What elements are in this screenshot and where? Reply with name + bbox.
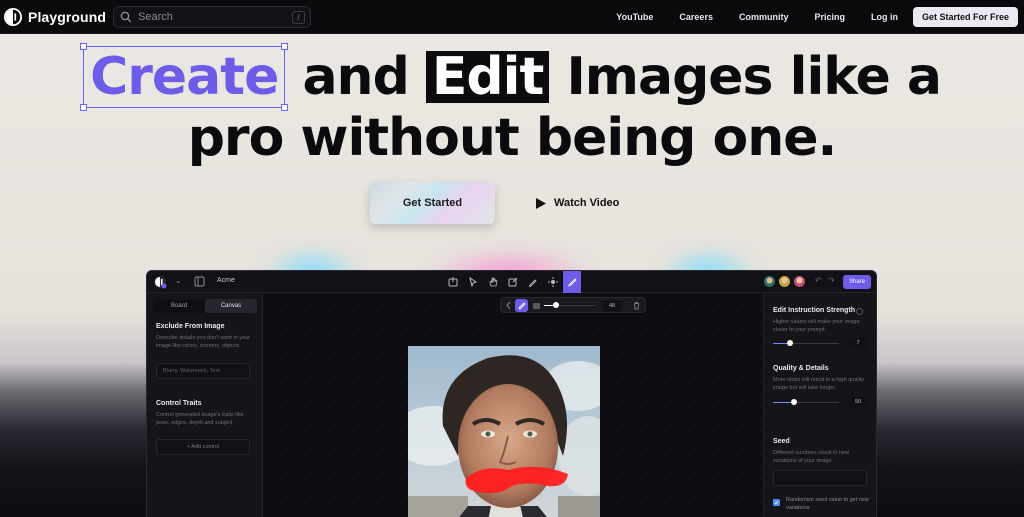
playground-logo-icon bbox=[4, 7, 22, 26]
nav-links: YouTube Careers Community Pricing Log in… bbox=[603, 0, 1024, 34]
tool-import[interactable] bbox=[443, 271, 463, 293]
headline-and: and bbox=[285, 47, 426, 107]
quality-slider-handle[interactable] bbox=[791, 399, 797, 405]
trash-icon[interactable] bbox=[632, 301, 641, 310]
tool-select[interactable] bbox=[463, 271, 483, 293]
selection-handle bbox=[80, 43, 88, 50]
nav-link-careers[interactable]: Careers bbox=[679, 12, 713, 22]
headline-word-create: Create bbox=[80, 43, 289, 111]
brush-size-handle[interactable] bbox=[553, 302, 559, 308]
chevron-down-icon[interactable]: ⌄ bbox=[175, 276, 182, 285]
redo-icon[interactable]: ↷ bbox=[828, 276, 835, 285]
quality-slider-fill bbox=[773, 402, 793, 403]
brush-icon bbox=[518, 302, 526, 310]
portrait-illustration bbox=[408, 355, 600, 517]
tab-board[interactable]: Board bbox=[153, 299, 205, 313]
exclude-description: Describe details you don't want in your … bbox=[156, 335, 250, 349]
get-started-button[interactable]: Get Started bbox=[370, 182, 495, 224]
selection-handle bbox=[281, 43, 289, 50]
quality-value[interactable]: 50 bbox=[849, 397, 867, 407]
strength-title: Edit Instruction Strength bbox=[773, 307, 856, 314]
watch-video-button[interactable]: Watch Video bbox=[536, 194, 619, 212]
brand-logo[interactable]: Playground bbox=[4, 7, 107, 26]
import-icon bbox=[448, 277, 458, 287]
control-traits-description: Control generated image's traits like po… bbox=[156, 412, 244, 426]
pen-icon bbox=[528, 279, 537, 287]
seed-title: Seed bbox=[773, 438, 790, 445]
nav-link-login[interactable]: Log in bbox=[871, 12, 898, 22]
strength-slider-handle[interactable] bbox=[787, 340, 793, 346]
nav-link-community[interactable]: Community bbox=[739, 12, 789, 22]
hero-headline: Create and Edit Images like a pro withou… bbox=[0, 43, 1024, 168]
brush-icon bbox=[568, 278, 577, 287]
hand-icon bbox=[489, 277, 498, 287]
randomize-seed-label: Randomize seed value to get new variatio… bbox=[786, 497, 869, 511]
brush-size-value[interactable]: 48 bbox=[603, 300, 621, 311]
tool-pen[interactable] bbox=[523, 271, 543, 293]
canvas-image[interactable] bbox=[408, 346, 600, 517]
seed-input[interactable] bbox=[773, 470, 867, 486]
exclude-input[interactable] bbox=[156, 363, 250, 379]
search-icon bbox=[120, 11, 132, 23]
search-box[interactable]: / bbox=[113, 6, 311, 28]
strength-value[interactable]: 7 bbox=[849, 338, 867, 348]
edit-frame-icon bbox=[508, 277, 518, 287]
view-switcher: Board Canvas bbox=[153, 299, 257, 313]
tool-group bbox=[443, 271, 581, 293]
canvas-area[interactable]: 48 bbox=[263, 293, 763, 517]
randomize-seed-checkbox[interactable] bbox=[773, 499, 780, 506]
tool-edit-frame[interactable] bbox=[503, 271, 523, 293]
get-started-free-button[interactable]: Get Started For Free bbox=[912, 7, 1018, 27]
avatar[interactable] bbox=[763, 275, 776, 288]
right-panel: Edit Instruction Strength Higher values … bbox=[763, 293, 876, 517]
cursor-icon bbox=[469, 277, 478, 287]
seed-description: Different numbers result in new variatio… bbox=[773, 450, 850, 464]
tool-brush[interactable] bbox=[563, 271, 581, 293]
brand-name: Playground bbox=[28, 8, 107, 25]
sidebar-toggle-icon[interactable] bbox=[194, 276, 205, 287]
quality-description: More steps will result in a high quality… bbox=[773, 377, 865, 391]
collaborator-avatars bbox=[763, 275, 808, 288]
sparkle-icon bbox=[548, 277, 558, 287]
tab-canvas[interactable]: Canvas bbox=[205, 299, 257, 313]
search-shortcut-key: / bbox=[292, 11, 305, 24]
editor-preview: ⌄ Acme ↶ ↷ Share Board Canvas Exclude Fr… bbox=[146, 270, 877, 517]
play-icon bbox=[536, 197, 546, 209]
stroke-width-icon bbox=[533, 303, 540, 309]
selection-handle bbox=[281, 104, 289, 111]
share-button[interactable]: Share bbox=[843, 275, 871, 289]
tool-magic[interactable] bbox=[543, 271, 563, 293]
control-traits-title: Control Traits bbox=[156, 400, 202, 407]
search-input[interactable] bbox=[138, 11, 288, 23]
tool-hand[interactable] bbox=[483, 271, 503, 293]
avatar[interactable] bbox=[778, 275, 791, 288]
headline-word-edit: Edit bbox=[425, 51, 550, 103]
strength-description: Higher values will make your image close… bbox=[773, 319, 860, 333]
create-text: Create bbox=[90, 47, 279, 107]
hero-section: Create and Edit Images like a pro withou… bbox=[0, 34, 1024, 517]
add-control-button[interactable]: + Add control bbox=[156, 439, 250, 455]
headline-line-2: pro without being one. bbox=[187, 108, 838, 168]
watch-video-label: Watch Video bbox=[554, 197, 620, 209]
top-navbar: Playground / YouTube Careers Community P… bbox=[0, 0, 1024, 34]
nav-link-pricing[interactable]: Pricing bbox=[814, 12, 845, 22]
editor-logo-icon[interactable] bbox=[153, 275, 167, 289]
nav-link-youtube[interactable]: YouTube bbox=[616, 12, 653, 22]
exclude-title: Exclude From Image bbox=[156, 323, 225, 330]
check-icon bbox=[774, 500, 779, 505]
brush-settings-bar: 48 bbox=[500, 297, 646, 313]
collapse-icon[interactable] bbox=[504, 301, 513, 310]
project-name[interactable]: Acme bbox=[217, 277, 235, 284]
editor-toolbar: ⌄ Acme ↶ ↷ Share bbox=[147, 271, 876, 293]
quality-title: Quality & Details bbox=[773, 365, 829, 372]
undo-icon[interactable]: ↶ bbox=[815, 276, 822, 285]
help-icon[interactable] bbox=[856, 308, 863, 315]
headline-rest-1: Images like a bbox=[549, 47, 941, 107]
left-panel: Board Canvas Exclude From Image Describe… bbox=[147, 293, 263, 517]
selection-handle bbox=[80, 104, 88, 111]
avatar[interactable] bbox=[793, 275, 806, 288]
